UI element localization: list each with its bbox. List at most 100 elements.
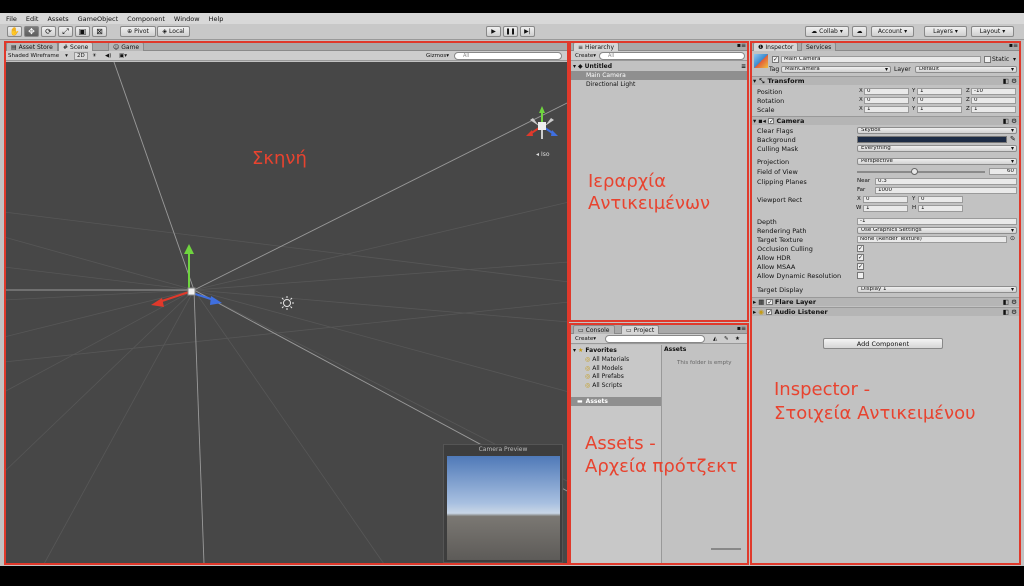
collab-dropdown[interactable]: ☁ Collab ▾ xyxy=(805,26,849,37)
audio-listener-component-header[interactable]: ▸ ◉ ✓ Audio Listener ◧ ⚙ xyxy=(751,307,1021,316)
menu-assets[interactable]: Assets xyxy=(47,15,68,23)
camera-enabled-checkbox[interactable]: ✓ xyxy=(767,117,775,125)
object-name-field[interactable]: Main Camera xyxy=(781,55,981,63)
settings-gear-icon[interactable]: ◧ ⚙ xyxy=(1003,77,1017,85)
shading-mode-dropdown[interactable]: Shaded Wireframe ▾ xyxy=(6,52,70,60)
far-field[interactable]: 1000 xyxy=(875,186,1017,194)
audio-listener-checkbox[interactable]: ✓ xyxy=(765,308,773,316)
hierarchy-search-input[interactable]: All xyxy=(599,52,745,60)
camera-component-header[interactable]: ▾ ▪◂ ✓ Camera ◧ ⚙ xyxy=(751,116,1021,125)
panel-menu-icon[interactable]: ▪≡ xyxy=(737,42,746,49)
allow-msaa-checkbox[interactable]: ✓ xyxy=(857,263,864,270)
tag-dropdown[interactable]: MainCamera xyxy=(781,65,891,73)
step-button[interactable]: ▶| xyxy=(520,26,535,37)
transform-component-header[interactable]: ▾ ⤡ Transform ◧ ⚙ xyxy=(751,76,1021,85)
tab-hierarchy[interactable]: ≡ Hierarchy xyxy=(573,42,620,51)
menu-help[interactable]: Help xyxy=(209,15,224,23)
layer-dropdown[interactable]: Default xyxy=(915,65,1017,73)
scene-search-input[interactable]: All xyxy=(454,52,562,60)
settings-gear-icon[interactable]: ◧ ⚙ xyxy=(1003,298,1017,306)
culling-mask-dropdown[interactable]: Everything xyxy=(857,144,1017,152)
effects-dropdown[interactable]: ▣▾ xyxy=(117,52,129,60)
favorite-star-icon[interactable]: ★ xyxy=(733,335,742,343)
static-checkbox[interactable] xyxy=(984,56,991,63)
transform-tool-button[interactable]: ⊠ xyxy=(92,26,107,37)
pause-button[interactable]: ❚❚ xyxy=(503,26,518,37)
rect-tool-button[interactable]: ▣ xyxy=(75,26,90,37)
panel-menu-icon[interactable]: ▪≡ xyxy=(1009,42,1018,49)
settings-gear-icon[interactable]: ◧ ⚙ xyxy=(1003,117,1017,125)
target-texture-field[interactable]: None (Render Texture) xyxy=(857,235,1007,243)
viewport-y-field[interactable]: 0 xyxy=(918,195,963,203)
account-dropdown[interactable]: Account ▾ xyxy=(871,26,914,37)
scale-x-field[interactable]: 1 xyxy=(864,105,909,113)
scale-tool-button[interactable]: ⤢ xyxy=(58,26,73,37)
settings-gear-icon[interactable]: ◧ ⚙ xyxy=(1003,308,1017,316)
layers-dropdown[interactable]: Layers ▾ xyxy=(924,26,967,37)
assets-folder-node[interactable]: ▬ Assets xyxy=(571,397,661,406)
gizmos-dropdown[interactable]: Gizmos ▾ xyxy=(424,52,451,60)
filter-label-icon[interactable]: ✎ xyxy=(722,335,731,343)
viewport-x-field[interactable]: 0 xyxy=(863,195,908,203)
menu-component[interactable]: Component xyxy=(127,15,165,23)
position-y-field[interactable]: 1 xyxy=(917,87,962,95)
occlusion-culling-checkbox[interactable]: ✓ xyxy=(857,245,864,252)
panel-menu-icon[interactable]: ▪≡ xyxy=(737,325,746,332)
tab-services[interactable]: Services xyxy=(801,42,837,51)
hand-tool-button[interactable]: ✋ xyxy=(7,26,22,37)
project-search-input[interactable] xyxy=(605,335,705,343)
rendering-path-dropdown[interactable]: Use Graphics Settings xyxy=(857,226,1017,234)
project-create-dropdown[interactable]: Create ▾ xyxy=(573,335,598,343)
iso-label[interactable]: ◂ Iso xyxy=(536,151,550,158)
local-toggle[interactable]: ◈ Local xyxy=(157,26,190,37)
projection-dropdown[interactable]: Perspective xyxy=(857,157,1017,165)
position-z-field[interactable]: -10 xyxy=(971,87,1016,95)
active-checkbox[interactable]: ✓ xyxy=(772,56,779,63)
mode-2d-toggle[interactable]: 2D xyxy=(74,52,88,60)
menu-window[interactable]: Window xyxy=(174,15,200,23)
rotation-y-field[interactable]: 0 xyxy=(917,96,962,104)
depth-field[interactable]: -1 xyxy=(857,217,1017,225)
filter-type-icon[interactable]: ◭ xyxy=(711,335,719,343)
add-component-button[interactable]: Add Component xyxy=(823,338,943,349)
move-tool-button[interactable]: ✥ xyxy=(24,26,39,37)
tab-asset-store[interactable]: ▤ Asset Store xyxy=(6,42,58,51)
layout-dropdown[interactable]: Layout ▾ xyxy=(971,26,1014,37)
tab-project[interactable]: ▭ Project xyxy=(621,325,660,334)
flare-layer-component-header[interactable]: ▸ ▦ ✓ Flare Layer ◧ ⚙ xyxy=(751,297,1021,306)
play-button[interactable]: ▶ xyxy=(486,26,501,37)
fov-slider-track[interactable] xyxy=(857,171,985,173)
favorites-node[interactable]: ▾ ★ Favorites xyxy=(571,346,661,355)
object-picker-icon[interactable]: ⊙ xyxy=(1010,235,1015,242)
allow-hdr-checkbox[interactable]: ✓ xyxy=(857,254,864,261)
scene-viewport[interactable]: ◂ Iso Camera Preview xyxy=(4,62,569,564)
scale-y-field[interactable]: 1 xyxy=(917,105,962,113)
hierarchy-item-main-camera[interactable]: Main Camera xyxy=(571,71,749,80)
near-field[interactable]: 0.3 xyxy=(875,177,1017,185)
allow-dynamic-resolution-checkbox[interactable] xyxy=(857,272,864,279)
fov-field[interactable]: 60 xyxy=(989,167,1017,175)
lighting-toggle[interactable]: ☀ xyxy=(90,52,99,60)
pivot-toggle[interactable]: ⊕ Pivot xyxy=(120,26,156,37)
scene-menu-icon[interactable]: ≡ xyxy=(741,63,746,70)
fov-slider-thumb[interactable] xyxy=(911,168,919,175)
tab-inspector[interactable]: ❶ Inspector xyxy=(753,42,799,51)
hierarchy-create-dropdown[interactable]: Create ▾ xyxy=(573,52,598,60)
favorite-item[interactable]: ◎ All Scripts xyxy=(571,381,661,390)
hierarchy-root-scene[interactable]: ▾ ◆ Untitled ≡ xyxy=(571,62,749,71)
orientation-gizmo[interactable] xyxy=(526,106,558,139)
target-display-dropdown[interactable]: Display 1 xyxy=(857,285,1017,293)
rotation-x-field[interactable]: 0 xyxy=(864,96,909,104)
cloud-button[interactable]: ☁ xyxy=(852,26,867,37)
scale-z-field[interactable]: 1 xyxy=(971,105,1016,113)
hierarchy-item-directional-light[interactable]: Directional Light xyxy=(571,80,749,89)
viewport-w-field[interactable]: 1 xyxy=(863,204,908,212)
chevron-down-icon[interactable]: ▾ xyxy=(1013,56,1016,63)
menu-file[interactable]: File xyxy=(6,15,17,23)
clear-flags-dropdown[interactable]: Skybox xyxy=(857,126,1017,134)
flare-layer-checkbox[interactable]: ✓ xyxy=(766,298,773,306)
tab-console[interactable]: ▭ Console xyxy=(573,325,615,334)
viewport-h-field[interactable]: 1 xyxy=(918,204,963,212)
rotation-z-field[interactable]: 0 xyxy=(971,96,1016,104)
rotate-tool-button[interactable]: ⟳ xyxy=(41,26,56,37)
